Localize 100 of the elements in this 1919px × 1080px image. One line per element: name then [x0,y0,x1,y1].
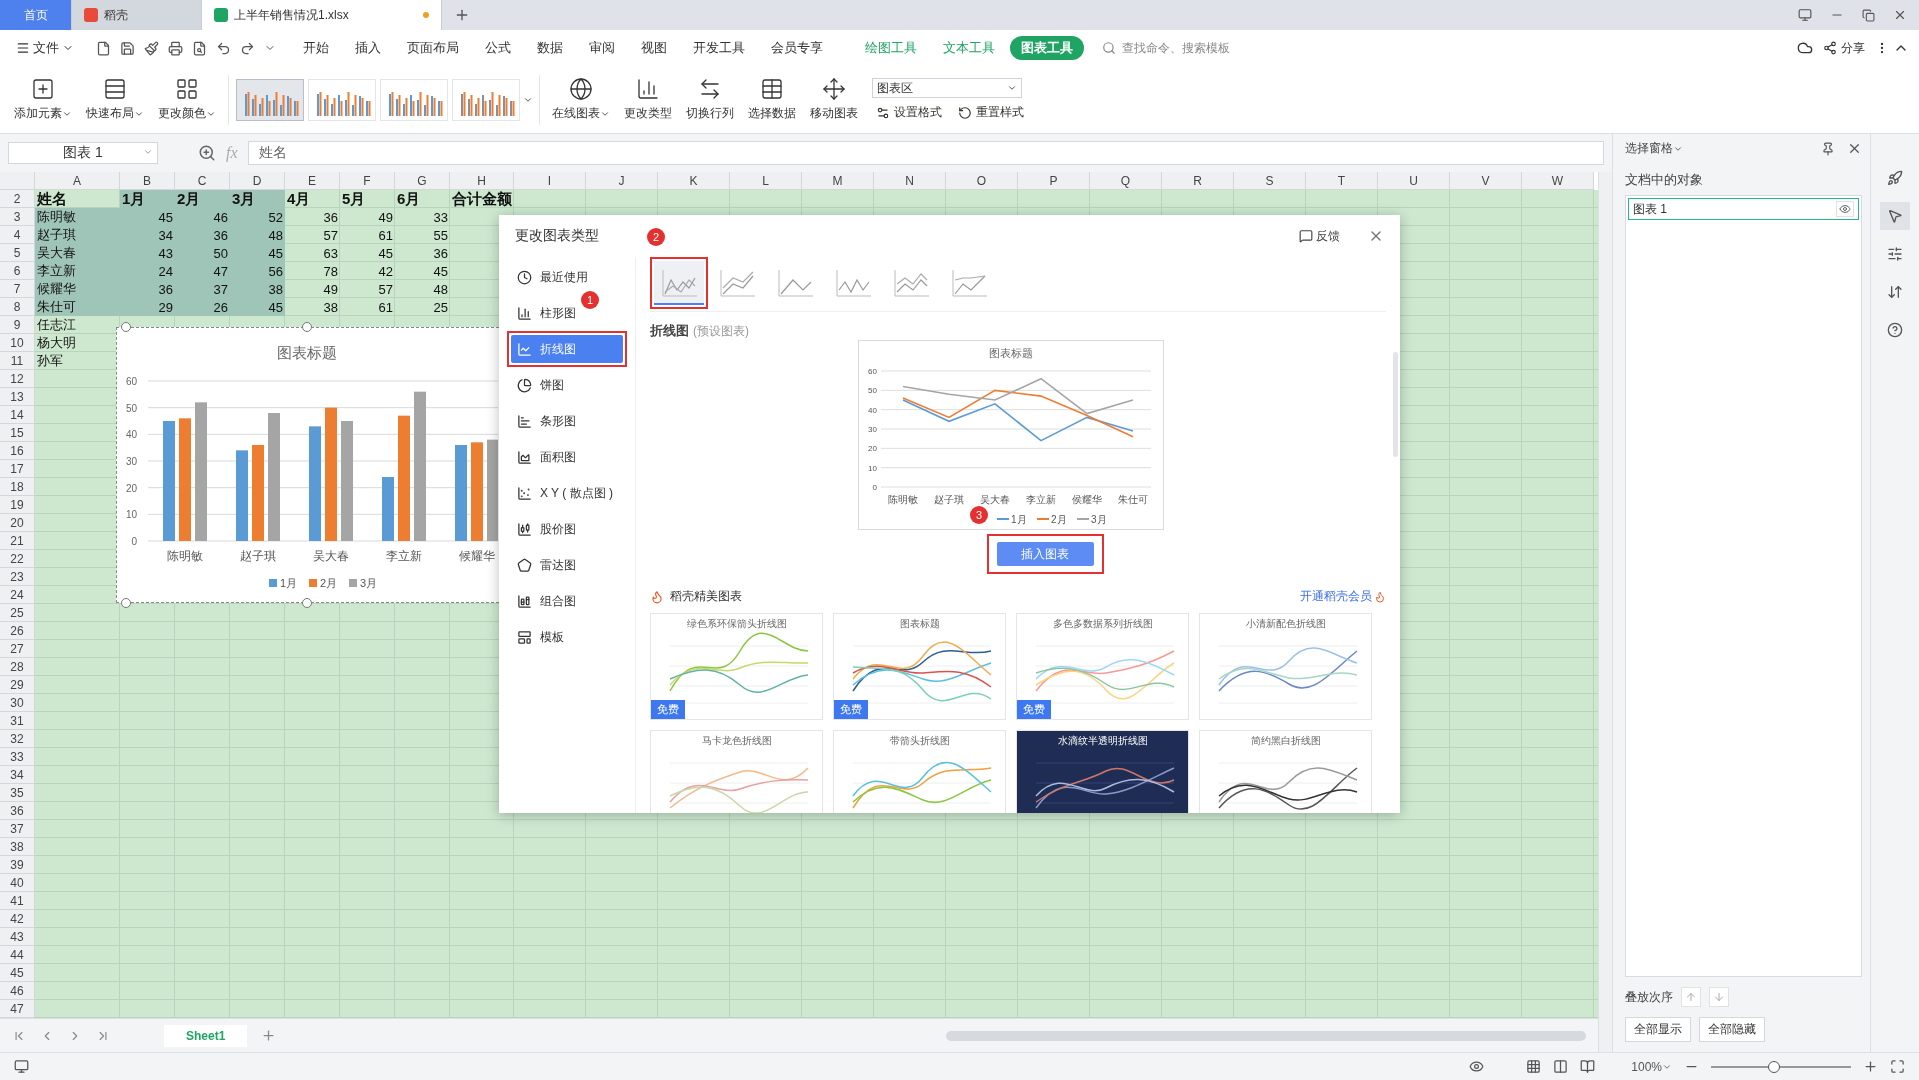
table-cell[interactable]: 52 [230,208,285,226]
redo-icon[interactable] [240,40,255,56]
object-item[interactable]: 图表 1 [1628,198,1859,220]
row-number[interactable]: 13 [0,388,35,406]
undo-icon[interactable] [216,40,231,56]
resize-handle[interactable] [121,322,131,332]
table-cell[interactable]: 38 [285,298,340,316]
side-tool-button[interactable] [1880,202,1910,230]
reading-view-icon[interactable] [1580,1059,1596,1074]
table-cell[interactable]: 57 [340,280,395,298]
ribbon-button[interactable]: 添加元素 [8,75,78,124]
column-header[interactable]: J [586,172,658,190]
scrollbar[interactable] [1393,352,1398,457]
row-number[interactable]: 34 [0,766,35,784]
table-cell[interactable]: 杨大明 [35,334,120,352]
chart-type-item[interactable]: 组合图 [511,587,623,615]
chart-type-item[interactable]: 条形图 [511,407,623,435]
chart-type-item[interactable]: 最近使用 [511,263,623,291]
window-icon[interactable] [1798,8,1812,22]
column-header[interactable]: U [1378,172,1450,190]
column-header[interactable]: M [802,172,874,190]
pin-icon[interactable] [1821,141,1835,156]
table-cell[interactable]: 1月 [120,190,175,208]
row-number[interactable]: 25 [0,604,35,622]
row-number[interactable]: 10 [0,334,35,352]
eye-icon[interactable] [1469,1059,1485,1074]
pane-button[interactable]: 全部隐藏 [1699,1017,1765,1042]
row-number[interactable]: 4 [0,226,35,244]
table-cell[interactable]: 45 [340,244,395,262]
template-card[interactable]: 小清新配色折线图 [1199,613,1372,720]
row-number[interactable]: 46 [0,982,35,1000]
table-cell[interactable]: 48 [395,280,450,298]
formula-field[interactable]: 姓名 [247,141,1604,165]
row-number[interactable]: 9 [0,316,35,334]
chart-type-item[interactable]: 股价图 [511,515,623,543]
table-cell[interactable]: 任志江 [35,316,120,334]
table-cell[interactable]: 4月 [285,190,340,208]
table-cell[interactable]: 36 [175,226,230,244]
column-header[interactable]: T [1306,172,1378,190]
row-number[interactable]: 40 [0,874,35,892]
save-icon[interactable] [120,40,135,56]
row-number[interactable]: 43 [0,928,35,946]
ribbon-button[interactable]: 更改颜色 [152,75,222,124]
row-number[interactable]: 12 [0,370,35,388]
chart-type-item[interactable]: X Y ( 散点图 ) [511,479,623,507]
table-cell[interactable]: 29 [120,298,175,316]
column-header[interactable]: B [120,172,175,190]
page-layout-icon[interactable] [1553,1059,1569,1074]
ribbon-button[interactable]: 重置样式 [954,104,1028,121]
table-cell[interactable]: 45 [230,244,285,262]
table-cell[interactable]: 6月 [395,190,450,208]
table-cell[interactable]: 38 [230,280,285,298]
table-cell[interactable]: 45 [395,262,450,280]
ribbon-button[interactable]: 选择数据 [742,75,802,124]
chart-type-item[interactable]: 饼图 [511,371,623,399]
table-cell[interactable]: 61 [340,298,395,316]
menu-tab[interactable]: 视图 [630,36,678,60]
menu-tab[interactable]: 公式 [474,36,522,60]
menu-tab[interactable]: 页面布局 [396,36,470,60]
row-number[interactable]: 30 [0,694,35,712]
column-header[interactable]: D [230,172,285,190]
row-number[interactable]: 14 [0,406,35,424]
feedback-button[interactable]: 反馈 [1293,226,1346,246]
table-cell[interactable]: 25 [395,298,450,316]
template-card[interactable]: 马卡龙色折线图 [650,730,823,813]
row-number[interactable]: 45 [0,964,35,982]
name-box[interactable]: 图表 1 [8,142,158,164]
table-cell[interactable]: 34 [120,226,175,244]
row-number[interactable]: 47 [0,1000,35,1018]
column-header[interactable]: E [285,172,340,190]
print-preview-icon[interactable] [192,40,207,56]
table-cell[interactable]: 陈明敏 [35,208,120,226]
share-button[interactable]: 分享 [1817,38,1871,58]
table-cell[interactable]: 吴大春 [35,244,120,262]
table-cell[interactable]: 49 [285,280,340,298]
row-number[interactable]: 31 [0,712,35,730]
zoom-in-icon[interactable] [1863,1059,1878,1074]
template-card[interactable]: 水滴纹半透明折线图 [1016,730,1189,813]
close-icon[interactable] [1847,141,1862,156]
template-card[interactable]: 带箭头折线图 [833,730,1006,813]
zoom-level[interactable]: 100% [1631,1059,1672,1074]
table-cell[interactable]: 3月 [230,190,285,208]
table-cell[interactable]: 33 [395,208,450,226]
table-cell[interactable]: 56 [230,262,285,280]
menu-tab[interactable]: 会员专享 [760,36,834,60]
table-cell[interactable]: 36 [395,244,450,262]
row-number[interactable]: 21 [0,532,35,550]
table-cell[interactable]: 24 [120,262,175,280]
table-cell[interactable]: 2月 [175,190,230,208]
member-link[interactable]: 开通稻壳会员 [1300,588,1386,605]
row-number[interactable]: 11 [0,352,35,370]
search-field[interactable]: 查找命令、搜索模板 [1102,40,1240,56]
column-header[interactable]: F [340,172,395,190]
visibility-button[interactable] [1836,201,1854,217]
column-header[interactable]: V [1450,172,1522,190]
row-number[interactable]: 15 [0,424,35,442]
table-cell[interactable]: 46 [175,208,230,226]
column-header[interactable]: G [395,172,450,190]
close-icon[interactable] [1893,8,1907,22]
ribbon-button[interactable]: 在线图表 [546,75,616,124]
